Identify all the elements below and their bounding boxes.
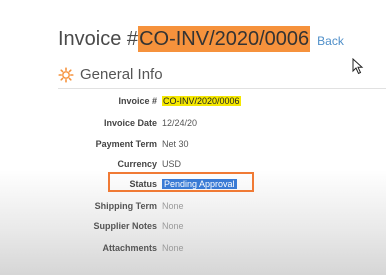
field-label: Attachments (102, 243, 157, 253)
field-label: Status (129, 179, 157, 189)
general-info-section-header: General Info (58, 64, 386, 89)
field-row-invoice-date: Invoice Date 12/24/20 (0, 115, 386, 131)
field-label: Invoice # (118, 96, 157, 106)
gear-icon (58, 67, 74, 83)
field-label: Payment Term (95, 139, 157, 149)
back-link[interactable]: Back (317, 34, 344, 48)
field-value-payment-term: Net 30 (162, 139, 189, 149)
invoice-number-title: CO-INV/2020/0006 (138, 26, 311, 52)
field-label: Currency (117, 159, 157, 169)
field-value-shipping-term: None (162, 201, 184, 211)
field-row-payment-term: Payment Term Net 30 (0, 136, 386, 152)
field-value-supplier-notes: None (162, 221, 184, 231)
section-title: General Info (80, 66, 163, 83)
mouse-cursor-icon (352, 58, 364, 75)
field-row-shipping-term: Shipping Term None (0, 198, 386, 214)
field-value-invoice-date: 12/24/20 (162, 118, 198, 128)
page-title: Invoice # CO-INV/2020/0006 Back (58, 26, 344, 52)
field-row-currency: Currency USD (0, 156, 386, 172)
field-row-status: Status Pending Approval (0, 176, 386, 192)
field-value-currency: USD (162, 159, 182, 169)
field-label: Invoice Date (103, 118, 157, 128)
field-value-status[interactable]: Pending Approval (162, 179, 237, 189)
field-label: Shipping Term (94, 201, 157, 211)
page-title-prefix: Invoice # (58, 28, 139, 50)
section-divider (58, 88, 386, 89)
field-row-supplier-notes: Supplier Notes None (0, 218, 386, 234)
field-row-attachments: Attachments None (0, 240, 386, 256)
field-row-invoice-number: Invoice # CO-INV/2020/0006 (0, 93, 386, 109)
field-value-attachments: None (162, 243, 184, 253)
field-label: Supplier Notes (93, 221, 157, 231)
field-value-invoice-number: CO-INV/2020/0006 (162, 96, 241, 106)
